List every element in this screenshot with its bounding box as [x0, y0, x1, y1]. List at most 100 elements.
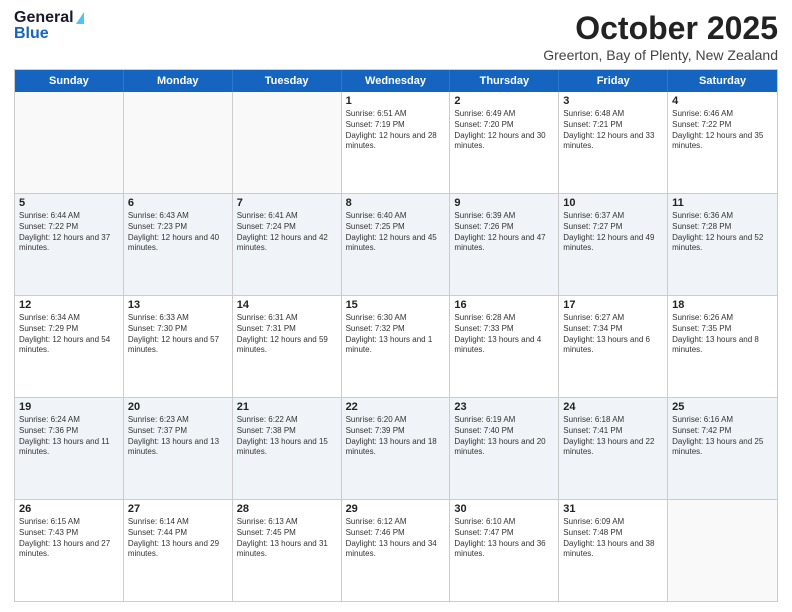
day-info: Sunrise: 6:16 AM Sunset: 7:42 PM Dayligh… — [672, 415, 773, 458]
day-info: Sunrise: 6:10 AM Sunset: 7:47 PM Dayligh… — [454, 517, 554, 560]
logo: General Blue — [14, 10, 84, 42]
day-info: Sunrise: 6:44 AM Sunset: 7:22 PM Dayligh… — [19, 211, 119, 254]
day-number: 23 — [454, 401, 554, 413]
day-info: Sunrise: 6:41 AM Sunset: 7:24 PM Dayligh… — [237, 211, 337, 254]
day-cell-3-0: 19 Sunrise: 6:24 AM Sunset: 7:36 PM Dayli… — [15, 398, 124, 499]
day-number: 5 — [19, 197, 119, 209]
day-cell-0-3: 1 Sunrise: 6:51 AM Sunset: 7:19 PM Daylig… — [342, 92, 451, 193]
day-info: Sunrise: 6:34 AM Sunset: 7:29 PM Dayligh… — [19, 313, 119, 356]
day-number: 28 — [237, 503, 337, 515]
day-cell-0-5: 3 Sunrise: 6:48 AM Sunset: 7:21 PM Daylig… — [559, 92, 668, 193]
day-number: 26 — [19, 503, 119, 515]
day-cell-3-2: 21 Sunrise: 6:22 AM Sunset: 7:38 PM Dayli… — [233, 398, 342, 499]
day-number: 21 — [237, 401, 337, 413]
day-number: 9 — [454, 197, 554, 209]
day-info: Sunrise: 6:12 AM Sunset: 7:46 PM Dayligh… — [346, 517, 446, 560]
header-sunday: Sunday — [15, 70, 124, 92]
logo-general: General — [14, 10, 74, 26]
day-number: 3 — [563, 95, 663, 107]
day-cell-4-2: 28 Sunrise: 6:13 AM Sunset: 7:45 PM Dayli… — [233, 500, 342, 601]
day-info: Sunrise: 6:43 AM Sunset: 7:23 PM Dayligh… — [128, 211, 228, 254]
day-number: 16 — [454, 299, 554, 311]
calendar: Sunday Monday Tuesday Wednesday Thursday… — [14, 69, 778, 602]
day-number: 8 — [346, 197, 446, 209]
title-area: October 2025 Greerton, Bay of Plenty, Ne… — [543, 10, 778, 63]
day-number: 1 — [346, 95, 446, 107]
day-number: 13 — [128, 299, 228, 311]
day-cell-3-4: 23 Sunrise: 6:19 AM Sunset: 7:40 PM Dayli… — [450, 398, 559, 499]
day-info: Sunrise: 6:15 AM Sunset: 7:43 PM Dayligh… — [19, 517, 119, 560]
day-cell-0-0 — [15, 92, 124, 193]
day-number: 22 — [346, 401, 446, 413]
day-number: 4 — [672, 95, 773, 107]
day-cell-4-1: 27Sunrise: 6:14 AM Sunset: 7:44 PM Dayli… — [124, 500, 233, 601]
day-cell-3-6: 25Sunrise: 6:16 AM Sunset: 7:42 PM Dayli… — [668, 398, 777, 499]
day-info: Sunrise: 6:13 AM Sunset: 7:45 PM Dayligh… — [237, 517, 337, 560]
day-cell-2-1: 13Sunrise: 6:33 AM Sunset: 7:30 PM Dayli… — [124, 296, 233, 397]
day-info: Sunrise: 6:48 AM Sunset: 7:21 PM Dayligh… — [563, 109, 663, 152]
header-thursday: Thursday — [450, 70, 559, 92]
calendar-page: General Blue October 2025 Greerton, Bay … — [0, 0, 792, 612]
header-monday: Monday — [124, 70, 233, 92]
day-info: Sunrise: 6:46 AM Sunset: 7:22 PM Dayligh… — [672, 109, 773, 152]
day-cell-1-3: 8Sunrise: 6:40 AM Sunset: 7:25 PM Daylig… — [342, 194, 451, 295]
week-row-2: 5 Sunrise: 6:44 AM Sunset: 7:22 PM Daylig… — [15, 194, 777, 296]
day-cell-3-3: 22 Sunrise: 6:20 AM Sunset: 7:39 PM Dayli… — [342, 398, 451, 499]
day-number: 12 — [19, 299, 119, 311]
week-row-5: 26 Sunrise: 6:15 AM Sunset: 7:43 PM Dayli… — [15, 500, 777, 601]
day-number: 27 — [128, 503, 228, 515]
day-cell-4-0: 26 Sunrise: 6:15 AM Sunset: 7:43 PM Dayli… — [15, 500, 124, 601]
day-info: Sunrise: 6:39 AM Sunset: 7:26 PM Dayligh… — [454, 211, 554, 254]
location: Greerton, Bay of Plenty, New Zealand — [543, 47, 778, 63]
day-info: Sunrise: 6:22 AM Sunset: 7:38 PM Dayligh… — [237, 415, 337, 458]
day-info: Sunrise: 6:49 AM Sunset: 7:20 PM Dayligh… — [454, 109, 554, 152]
day-info: Sunrise: 6:27 AM Sunset: 7:34 PM Dayligh… — [563, 313, 663, 356]
day-cell-1-6: 11 Sunrise: 6:36 AM Sunset: 7:28 PM Dayli… — [668, 194, 777, 295]
day-info: Sunrise: 6:24 AM Sunset: 7:36 PM Dayligh… — [19, 415, 119, 458]
day-number: 11 — [672, 197, 773, 209]
day-number: 7 — [237, 197, 337, 209]
day-cell-4-3: 29Sunrise: 6:12 AM Sunset: 7:46 PM Dayli… — [342, 500, 451, 601]
day-info: Sunrise: 6:30 AM Sunset: 7:32 PM Dayligh… — [346, 313, 446, 356]
day-info: Sunrise: 6:19 AM Sunset: 7:40 PM Dayligh… — [454, 415, 554, 458]
day-cell-2-3: 15 Sunrise: 6:30 AM Sunset: 7:32 PM Dayli… — [342, 296, 451, 397]
day-number: 18 — [672, 299, 773, 311]
day-info: Sunrise: 6:36 AM Sunset: 7:28 PM Dayligh… — [672, 211, 773, 254]
day-cell-4-5: 31 Sunrise: 6:09 AM Sunset: 7:48 PM Dayli… — [559, 500, 668, 601]
month-title: October 2025 — [543, 10, 778, 47]
day-info: Sunrise: 6:20 AM Sunset: 7:39 PM Dayligh… — [346, 415, 446, 458]
header-wednesday: Wednesday — [342, 70, 451, 92]
day-number: 14 — [237, 299, 337, 311]
day-number: 24 — [563, 401, 663, 413]
day-info: Sunrise: 6:31 AM Sunset: 7:31 PM Dayligh… — [237, 313, 337, 356]
day-cell-2-4: 16Sunrise: 6:28 AM Sunset: 7:33 PM Dayli… — [450, 296, 559, 397]
week-row-4: 19 Sunrise: 6:24 AM Sunset: 7:36 PM Dayli… — [15, 398, 777, 500]
day-cell-0-1 — [124, 92, 233, 193]
day-info: Sunrise: 6:26 AM Sunset: 7:35 PM Dayligh… — [672, 313, 773, 356]
header-saturday: Saturday — [668, 70, 777, 92]
day-cell-4-4: 30Sunrise: 6:10 AM Sunset: 7:47 PM Dayli… — [450, 500, 559, 601]
day-cell-3-5: 24 Sunrise: 6:18 AM Sunset: 7:41 PM Dayli… — [559, 398, 668, 499]
day-info: Sunrise: 6:18 AM Sunset: 7:41 PM Dayligh… — [563, 415, 663, 458]
week-row-1: 1 Sunrise: 6:51 AM Sunset: 7:19 PM Daylig… — [15, 92, 777, 194]
day-cell-0-6: 4 Sunrise: 6:46 AM Sunset: 7:22 PM Daylig… — [668, 92, 777, 193]
day-number: 6 — [128, 197, 228, 209]
day-cell-0-4: 2Sunrise: 6:49 AM Sunset: 7:20 PM Daylig… — [450, 92, 559, 193]
day-number: 17 — [563, 299, 663, 311]
day-info: Sunrise: 6:37 AM Sunset: 7:27 PM Dayligh… — [563, 211, 663, 254]
day-number: 20 — [128, 401, 228, 413]
day-cell-1-5: 10 Sunrise: 6:37 AM Sunset: 7:27 PM Dayli… — [559, 194, 668, 295]
day-cell-1-0: 5 Sunrise: 6:44 AM Sunset: 7:22 PM Daylig… — [15, 194, 124, 295]
header-tuesday: Tuesday — [233, 70, 342, 92]
day-info: Sunrise: 6:51 AM Sunset: 7:19 PM Dayligh… — [346, 109, 446, 152]
day-info: Sunrise: 6:09 AM Sunset: 7:48 PM Dayligh… — [563, 517, 663, 560]
day-cell-4-6 — [668, 500, 777, 601]
day-info: Sunrise: 6:23 AM Sunset: 7:37 PM Dayligh… — [128, 415, 228, 458]
day-number: 10 — [563, 197, 663, 209]
day-number: 31 — [563, 503, 663, 515]
day-cell-0-2 — [233, 92, 342, 193]
day-number: 15 — [346, 299, 446, 311]
day-cell-3-1: 20 Sunrise: 6:23 AM Sunset: 7:37 PM Dayli… — [124, 398, 233, 499]
calendar-body: 1 Sunrise: 6:51 AM Sunset: 7:19 PM Daylig… — [15, 92, 777, 601]
day-number: 19 — [19, 401, 119, 413]
